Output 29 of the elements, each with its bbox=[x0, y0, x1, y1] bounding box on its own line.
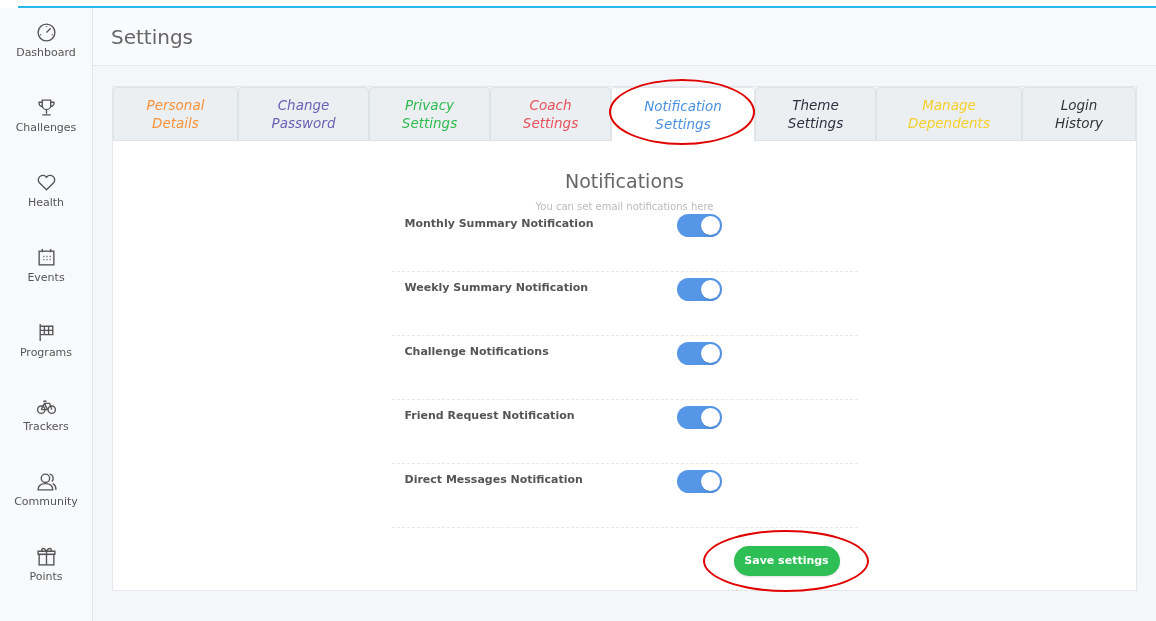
tab[interactable]: Change Password bbox=[238, 87, 369, 141]
sidebar-item[interactable]: Events bbox=[27, 269, 65, 287]
notification-label: Monthly Summary Notification bbox=[404, 216, 595, 232]
sidebar-item[interactable]: Points bbox=[29, 569, 63, 586]
notification-label: Direct Messages Notification bbox=[404, 472, 584, 488]
notification-label: Friend Request Notification bbox=[404, 408, 576, 424]
toggle-switch[interactable] bbox=[676, 406, 722, 429]
calendar-icon[interactable] bbox=[35, 246, 57, 268]
sidebar-item[interactable]: Trackers bbox=[23, 419, 69, 436]
sidebar-item[interactable]: Challenges bbox=[15, 119, 77, 137]
tab[interactable]: Theme Settings bbox=[755, 87, 876, 141]
sidebar-item[interactable]: Health bbox=[27, 194, 65, 212]
tab[interactable]: Login History bbox=[1022, 87, 1136, 141]
toggle-switch[interactable] bbox=[676, 278, 722, 301]
sidebar-item[interactable]: Community bbox=[14, 494, 78, 511]
toggle-switch[interactable] bbox=[676, 214, 722, 237]
gauge-icon[interactable] bbox=[35, 22, 57, 43]
page-title: Settings bbox=[111, 23, 194, 51]
gift-icon[interactable] bbox=[35, 546, 57, 568]
toggle-switch[interactable] bbox=[676, 470, 722, 493]
notification-label: Weekly Summary Notification bbox=[404, 280, 590, 296]
sidebar-item[interactable]: Dashboard bbox=[16, 45, 76, 62]
trophy-icon[interactable] bbox=[35, 96, 57, 118]
section-subtitle: You can set email notifications here bbox=[535, 200, 714, 214]
toggle-switch[interactable] bbox=[676, 342, 722, 365]
notification-label: Challenge Notifications bbox=[404, 344, 550, 360]
section-title: Notifications bbox=[565, 169, 684, 193]
sidebar-item[interactable]: Programs bbox=[19, 344, 73, 361]
people-icon[interactable] bbox=[35, 471, 57, 493]
